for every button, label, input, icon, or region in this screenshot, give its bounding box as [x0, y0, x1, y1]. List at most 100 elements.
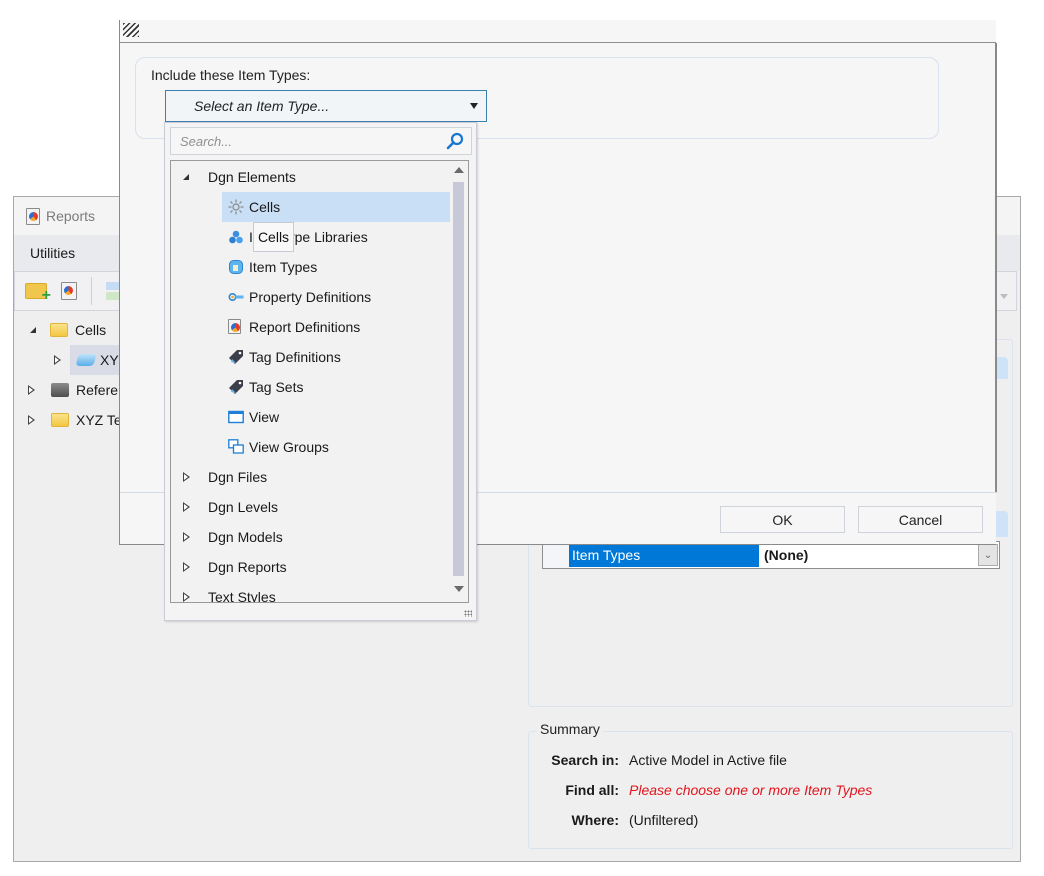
scroll-down-arrow-icon[interactable] — [454, 586, 464, 592]
tree-item-label: Refere — [76, 382, 119, 398]
tree-scrollbar[interactable] — [452, 161, 466, 602]
tree-node-label: Property Definitions — [249, 289, 372, 305]
tree-node-label: Dgn Reports — [208, 559, 287, 575]
tree-node-tag-sets[interactable]: Tag Sets — [171, 372, 454, 402]
expanded-triangle-icon[interactable] — [30, 327, 36, 333]
summary-row-search-in: Search in: Active Model in Active file — [529, 752, 787, 768]
summary-value: (Unfiltered) — [629, 812, 699, 828]
collapsed-triangle-icon[interactable] — [183, 592, 190, 602]
item-type-select-placeholder: Select an Item Type... — [194, 98, 330, 114]
tree-node-property-definitions[interactable]: Property Definitions — [171, 282, 454, 312]
tree-node-label: Cells — [249, 199, 281, 215]
summary-label: Search in: — [551, 752, 619, 768]
reports-tree: Cells XYZ Refere XYZ Te — [14, 315, 134, 435]
include-item-types-label: Include these Item Types: — [151, 67, 311, 83]
tree-node-report-definitions[interactable]: Report Definitions — [171, 312, 454, 342]
view-groups-icon — [228, 439, 244, 454]
search-box[interactable] — [170, 127, 472, 155]
reports-app-icon — [26, 207, 40, 225]
library-icon — [229, 230, 243, 244]
collapsed-triangle-icon[interactable] — [183, 562, 190, 572]
tree-node-item-types[interactable]: Item Types — [171, 252, 454, 282]
key-icon — [228, 293, 244, 302]
report-new-icon[interactable] — [61, 282, 77, 300]
tree-item-label: XYZ Te — [76, 412, 122, 428]
cancel-button[interactable]: Cancel — [858, 506, 983, 533]
tree-node-dgn-files[interactable]: Dgn Files — [171, 462, 454, 492]
tag-icon — [229, 380, 243, 394]
search-icon[interactable] — [445, 131, 465, 151]
tree-item-label: Cells — [75, 322, 107, 338]
search-input[interactable] — [171, 132, 445, 150]
folder-icon — [51, 413, 69, 427]
summary-group: Search in: Active Model in Active file F… — [528, 731, 1013, 849]
tree-node-label: Tag Sets — [249, 379, 304, 395]
tree-item-references[interactable]: Refere — [14, 375, 134, 405]
folder-add-icon[interactable] — [25, 283, 51, 305]
caret-down-icon[interactable] — [470, 103, 478, 109]
tree-node-label: Report Definitions — [249, 319, 361, 335]
menu-utilities[interactable]: Utilities — [30, 245, 75, 261]
collapsed-triangle-icon[interactable] — [28, 415, 35, 425]
collapsed-triangle-icon[interactable] — [54, 355, 61, 365]
summary-label: Where: — [571, 812, 619, 828]
collapsed-triangle-icon[interactable] — [183, 532, 190, 542]
summary-row-where: Where: (Unfiltered) — [529, 812, 699, 828]
property-value[interactable]: (None) — [759, 547, 978, 563]
tree-item-cells[interactable]: Cells — [14, 315, 134, 345]
ok-button[interactable]: OK — [720, 506, 845, 533]
tree-item-xyz-templates[interactable]: XYZ Te — [14, 405, 134, 435]
tree-node-label: Dgn Files — [208, 469, 268, 485]
chevron-down-icon[interactable]: ⌄ — [978, 544, 998, 566]
sun-icon — [228, 199, 244, 215]
tree-node-dgn-models[interactable]: Dgn Models — [171, 522, 454, 552]
tree-node-label: Text Styles — [208, 589, 276, 603]
scroll-up-arrow-icon[interactable] — [454, 167, 464, 173]
summary-value: Active Model in Active file — [629, 752, 787, 768]
panel-header-accent — [994, 511, 1008, 537]
toolbar-separator — [91, 277, 92, 305]
tree-node-dgn-levels[interactable]: Dgn Levels — [171, 492, 454, 522]
tree-node-label: Item Types — [249, 259, 318, 275]
resize-grip-icon[interactable] — [464, 610, 472, 617]
expanded-triangle-icon[interactable] — [183, 174, 189, 180]
drag-grip-icon[interactable] — [123, 23, 139, 37]
collapsed-triangle-icon[interactable] — [183, 472, 190, 482]
tree-node-label: View — [249, 409, 280, 425]
tag-icon — [229, 350, 243, 364]
tree-node-label: Dgn Models — [208, 529, 283, 545]
scroll-thumb[interactable] — [453, 182, 464, 576]
folder-icon — [50, 323, 68, 337]
tree-node-label: View Groups — [249, 439, 329, 455]
dialog-titlebar — [120, 20, 996, 43]
tree-node-item-type-libraries[interactable]: Item Type Libraries — [171, 222, 454, 252]
tree-item-xyz[interactable]: XYZ — [14, 345, 134, 375]
reports-title: Reports — [46, 208, 96, 224]
item-type-tree: Dgn Elements Cells Item Type Libraries I… — [170, 160, 469, 603]
dialog-border — [995, 43, 997, 493]
tooltip: Cells — [253, 222, 294, 252]
summary-row-find-all: Find all: Please choose one or more Item… — [529, 782, 872, 798]
summary-label: Find all: — [565, 782, 619, 798]
tree-node-view-groups[interactable]: View Groups — [171, 432, 454, 462]
tree-node-cells[interactable]: Cells — [171, 192, 454, 222]
collapsed-triangle-icon[interactable] — [28, 385, 35, 395]
item-type-select[interactable]: Select an Item Type... — [165, 90, 487, 122]
property-row-gutter — [543, 542, 569, 568]
tree-node-dgn-reports[interactable]: Dgn Reports — [171, 552, 454, 582]
tree-node-label: Tag Definitions — [249, 349, 341, 365]
tree-node-tag-definitions[interactable]: Tag Definitions — [171, 342, 454, 372]
tree-node-dgn-elements[interactable]: Dgn Elements — [171, 162, 454, 192]
grid-icon[interactable] — [106, 282, 120, 300]
report-icon — [228, 319, 241, 334]
property-row-item-types[interactable]: Item Types (None) ⌄ — [542, 541, 1000, 569]
summary-error-message: Please choose one or more Item Types — [629, 782, 873, 798]
folder-dark-icon — [51, 383, 69, 397]
item-type-dropdown: Dgn Elements Cells Item Type Libraries I… — [164, 122, 477, 621]
toolbar-overflow-icon[interactable] — [1000, 294, 1008, 299]
tree-node-view[interactable]: View — [171, 402, 454, 432]
tree-node-label: Dgn Elements — [208, 169, 296, 185]
collapsed-triangle-icon[interactable] — [183, 502, 190, 512]
tree-node-text-styles[interactable]: Text Styles — [171, 582, 454, 603]
item-type-cube-icon — [229, 260, 243, 274]
